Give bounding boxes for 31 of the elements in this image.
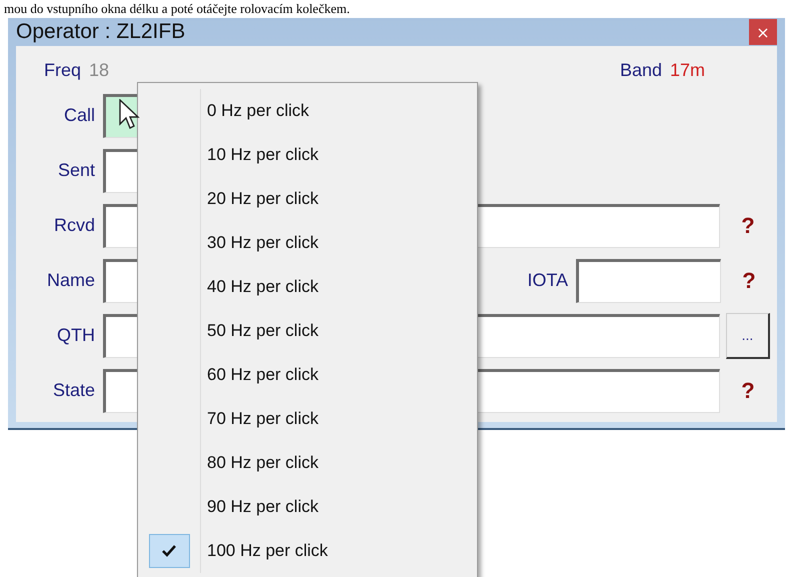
mouse-pointer-icon (119, 99, 141, 131)
input-field[interactable] (576, 258, 721, 302)
field-label: QTH (56, 325, 95, 346)
menu-item[interactable]: 70 Hz per click (138, 397, 477, 441)
menu-item[interactable]: 10 Hz per click (138, 133, 477, 177)
freq-value: 18 (89, 60, 110, 80)
help-mark[interactable]: ? (741, 378, 755, 404)
field-label: IOTA (527, 270, 568, 291)
field-label: Call (62, 105, 95, 126)
close-button[interactable]: × (749, 19, 777, 45)
menu-item[interactable]: 60 Hz per click (138, 353, 477, 397)
field-label: Sent (56, 160, 95, 181)
field-label: Name (46, 270, 95, 291)
menu-item[interactable]: 50 Hz per click (138, 309, 477, 353)
document-text: mou do vstupního okna délku a poté otáčejte rolovacím kolečkem. (3, 1, 350, 17)
freq-label: Freq (44, 60, 82, 80)
menu-item[interactable]: 30 Hz per click (138, 221, 477, 265)
window-title: Operator : ZL2IFB (16, 20, 186, 44)
help-mark[interactable]: ? (741, 212, 755, 238)
band-value: 17m (670, 60, 705, 80)
field-label: Rcvd (52, 215, 95, 236)
help-mark[interactable]: ? (742, 268, 756, 294)
menu-item[interactable]: 80 Hz per click (138, 441, 477, 485)
menu-item[interactable]: 20 Hz per click (138, 177, 477, 221)
menu-item[interactable]: 90 Hz per click (138, 485, 477, 529)
field-label: State (52, 380, 95, 401)
menu-item[interactable]: 100 Hz per click (138, 529, 477, 573)
menu-item[interactable]: 40 Hz per click (138, 265, 477, 309)
browse-button[interactable]: ... (726, 312, 770, 358)
menu-item[interactable]: 0 Hz per click (138, 89, 477, 133)
band-label: Band (620, 60, 662, 80)
